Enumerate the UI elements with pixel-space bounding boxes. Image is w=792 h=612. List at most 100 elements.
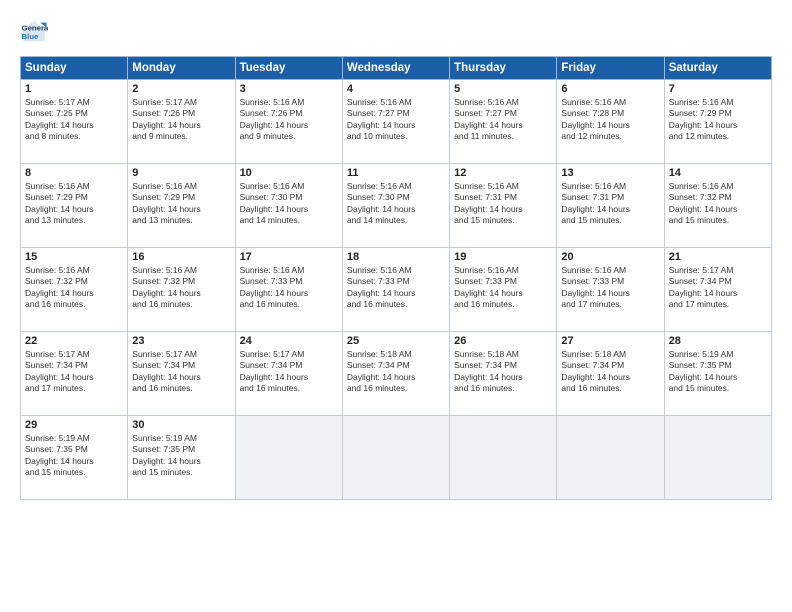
day-number: 17 (240, 251, 338, 263)
calendar-cell: 24Sunrise: 5:17 AMSunset: 7:34 PMDayligh… (235, 332, 342, 416)
calendar: SundayMondayTuesdayWednesdayThursdayFrid… (20, 56, 772, 500)
cell-info: Sunrise: 5:16 AMSunset: 7:27 PMDaylight:… (347, 97, 445, 143)
calendar-cell: 27 Sunrise: 5:18 AMSunset: 7:34 PMDayligh… (557, 332, 664, 416)
day-number: 12 (454, 167, 552, 179)
cell-info: Sunrise: 5:16 AMSunset: 7:32 PMDaylight:… (132, 265, 230, 311)
day-number: 2 (132, 83, 230, 95)
day-number: 1 (25, 83, 123, 95)
calendar-cell: 26Sunrise: 5:18 AMSunset: 7:34 PMDayligh… (450, 332, 557, 416)
day-number: 28 (669, 335, 767, 347)
calendar-cell: 9Sunrise: 5:16 AMSunset: 7:29 PMDaylight… (128, 164, 235, 248)
calendar-cell: 10 Sunrise: 5:16 AMSunset: 7:30 PMDayligh… (235, 164, 342, 248)
calendar-cell: 1 Sunrise: 5:17 AMSunset: 7:25 PMDaylight… (21, 80, 128, 164)
calendar-cell: 3 Sunrise: 5:16 AMSunset: 7:26 PMDaylight… (235, 80, 342, 164)
calendar-cell: 28 Sunrise: 5:19 AMSunset: 7:35 PMDayligh… (664, 332, 771, 416)
weekday-header-sunday: Sunday (21, 57, 128, 80)
calendar-cell: 14 Sunrise: 5:16 AMSunset: 7:32 PMDayligh… (664, 164, 771, 248)
cell-info: Sunrise: 5:16 AMSunset: 7:31 PMDaylight:… (561, 181, 659, 227)
logo-icon: General Blue (20, 18, 48, 46)
weekday-header-saturday: Saturday (664, 57, 771, 80)
calendar-week-1: 1 Sunrise: 5:17 AMSunset: 7:25 PMDaylight… (21, 80, 772, 164)
cell-info: Sunrise: 5:16 AMSunset: 7:33 PMDaylight:… (240, 265, 338, 311)
calendar-cell (664, 416, 771, 500)
weekday-header-thursday: Thursday (450, 57, 557, 80)
calendar-cell (235, 416, 342, 500)
calendar-cell: 23Sunrise: 5:17 AMSunset: 7:34 PMDayligh… (128, 332, 235, 416)
cell-info: Sunrise: 5:16 AMSunset: 7:30 PMDaylight:… (240, 181, 338, 227)
cell-info: Sunrise: 5:19 AMSunset: 7:35 PMDaylight:… (25, 433, 123, 479)
calendar-cell: 5 Sunrise: 5:16 AMSunset: 7:27 PMDaylight… (450, 80, 557, 164)
day-number: 19 (454, 251, 552, 263)
calendar-week-4: 22 Sunrise: 5:17 AMSunset: 7:34 PMDayligh… (21, 332, 772, 416)
day-number: 18 (347, 251, 445, 263)
day-number: 25 (347, 335, 445, 347)
cell-info: Sunrise: 5:16 AMSunset: 7:28 PMDaylight:… (561, 97, 659, 143)
calendar-week-3: 15Sunrise: 5:16 AMSunset: 7:32 PMDayligh… (21, 248, 772, 332)
weekday-header-wednesday: Wednesday (342, 57, 449, 80)
calendar-cell (557, 416, 664, 500)
day-number: 22 (25, 335, 123, 347)
calendar-cell: 13 Sunrise: 5:16 AMSunset: 7:31 PMDayligh… (557, 164, 664, 248)
calendar-week-5: 29 Sunrise: 5:19 AMSunset: 7:35 PMDayligh… (21, 416, 772, 500)
calendar-cell: 11 Sunrise: 5:16 AMSunset: 7:30 PMDayligh… (342, 164, 449, 248)
cell-info: Sunrise: 5:18 AMSunset: 7:34 PMDaylight:… (561, 349, 659, 395)
page: General Blue SundayMondayTuesdayWednesda… (0, 0, 792, 612)
day-number: 29 (25, 419, 123, 431)
calendar-cell (342, 416, 449, 500)
day-number: 11 (347, 167, 445, 179)
calendar-cell: 18 Sunrise: 5:16 AMSunset: 7:33 PMDayligh… (342, 248, 449, 332)
calendar-cell: 22Sunrise: 5:17 AMSunset: 7:34 PMDayligh… (21, 332, 128, 416)
day-number: 3 (240, 83, 338, 95)
calendar-cell: 6 Sunrise: 5:16 AMSunset: 7:28 PMDaylight… (557, 80, 664, 164)
calendar-week-2: 8Sunrise: 5:16 AMSunset: 7:29 PMDaylight… (21, 164, 772, 248)
cell-info: Sunrise: 5:19 AMSunset: 7:35 PMDaylight:… (669, 349, 767, 395)
cell-info: Sunrise: 5:16 AMSunset: 7:27 PMDaylight:… (454, 97, 552, 143)
weekday-header-tuesday: Tuesday (235, 57, 342, 80)
calendar-cell: 17 Sunrise: 5:16 AMSunset: 7:33 PMDayligh… (235, 248, 342, 332)
day-number: 14 (669, 167, 767, 179)
cell-info: Sunrise: 5:16 AMSunset: 7:29 PMDaylight:… (669, 97, 767, 143)
day-number: 20 (561, 251, 659, 263)
cell-info: Sunrise: 5:16 AMSunset: 7:32 PMDaylight:… (669, 181, 767, 227)
day-number: 9 (132, 167, 230, 179)
calendar-cell: 8Sunrise: 5:16 AMSunset: 7:29 PMDaylight… (21, 164, 128, 248)
cell-info: Sunrise: 5:16 AMSunset: 7:26 PMDaylight:… (240, 97, 338, 143)
cell-info: Sunrise: 5:16 AMSunset: 7:33 PMDaylight:… (561, 265, 659, 311)
calendar-cell: 4Sunrise: 5:16 AMSunset: 7:27 PMDaylight… (342, 80, 449, 164)
day-number: 24 (240, 335, 338, 347)
day-number: 13 (561, 167, 659, 179)
day-number: 10 (240, 167, 338, 179)
cell-info: Sunrise: 5:17 AMSunset: 7:25 PMDaylight:… (25, 97, 123, 143)
cell-info: Sunrise: 5:16 AMSunset: 7:32 PMDaylight:… (25, 265, 123, 311)
calendar-cell: 21Sunrise: 5:17 AMSunset: 7:34 PMDayligh… (664, 248, 771, 332)
calendar-cell: 15Sunrise: 5:16 AMSunset: 7:32 PMDayligh… (21, 248, 128, 332)
day-number: 5 (454, 83, 552, 95)
header: General Blue (20, 18, 772, 46)
cell-info: Sunrise: 5:17 AMSunset: 7:34 PMDaylight:… (669, 265, 767, 311)
weekday-header-friday: Friday (557, 57, 664, 80)
day-number: 7 (669, 83, 767, 95)
cell-info: Sunrise: 5:16 AMSunset: 7:30 PMDaylight:… (347, 181, 445, 227)
calendar-cell: 25Sunrise: 5:18 AMSunset: 7:34 PMDayligh… (342, 332, 449, 416)
day-number: 30 (132, 419, 230, 431)
calendar-cell: 7 Sunrise: 5:16 AMSunset: 7:29 PMDaylight… (664, 80, 771, 164)
weekday-header-row: SundayMondayTuesdayWednesdayThursdayFrid… (21, 57, 772, 80)
cell-info: Sunrise: 5:18 AMSunset: 7:34 PMDaylight:… (454, 349, 552, 395)
calendar-cell: 20 Sunrise: 5:16 AMSunset: 7:33 PMDayligh… (557, 248, 664, 332)
day-number: 6 (561, 83, 659, 95)
day-number: 16 (132, 251, 230, 263)
calendar-cell: 29 Sunrise: 5:19 AMSunset: 7:35 PMDayligh… (21, 416, 128, 500)
cell-info: Sunrise: 5:17 AMSunset: 7:34 PMDaylight:… (132, 349, 230, 395)
cell-info: Sunrise: 5:16 AMSunset: 7:31 PMDaylight:… (454, 181, 552, 227)
calendar-cell: 30 Sunrise: 5:19 AMSunset: 7:35 PMDayligh… (128, 416, 235, 500)
weekday-header-monday: Monday (128, 57, 235, 80)
logo: General Blue (20, 18, 52, 46)
cell-info: Sunrise: 5:16 AMSunset: 7:33 PMDaylight:… (347, 265, 445, 311)
calendar-cell: 12 Sunrise: 5:16 AMSunset: 7:31 PMDayligh… (450, 164, 557, 248)
day-number: 8 (25, 167, 123, 179)
calendar-cell (450, 416, 557, 500)
cell-info: Sunrise: 5:16 AMSunset: 7:33 PMDaylight:… (454, 265, 552, 311)
svg-text:Blue: Blue (22, 32, 40, 41)
cell-info: Sunrise: 5:19 AMSunset: 7:35 PMDaylight:… (132, 433, 230, 479)
day-number: 27 (561, 335, 659, 347)
